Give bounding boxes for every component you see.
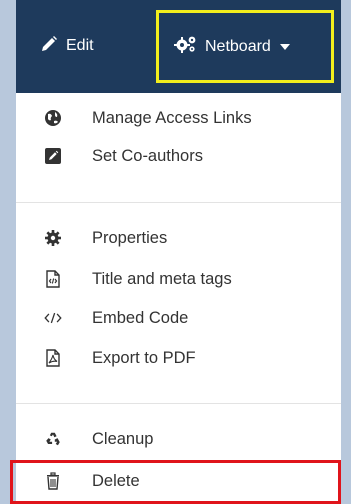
menu-item-label: Set Co-authors [92, 146, 203, 165]
netboard-dropdown-menu: Manage Access Links Set Co-authors Prope… [16, 93, 341, 504]
pdf-file-icon [44, 349, 62, 367]
menu-item-label: Export to PDF [92, 348, 196, 367]
edit-button[interactable]: Edit [40, 30, 94, 62]
pencil-icon [40, 35, 58, 58]
top-navbar: Edit Netboard [16, 0, 341, 93]
embed-code-icon [44, 309, 62, 327]
menu-item-embed-code[interactable]: Embed Code [16, 299, 341, 337]
menu-item-delete[interactable]: Delete [16, 462, 341, 500]
right-background-strip [341, 0, 351, 504]
menu-item-export-to-pdf[interactable]: Export to PDF [16, 339, 341, 377]
recycle-icon [44, 430, 62, 448]
code-file-icon [44, 270, 62, 288]
trash-icon [44, 472, 62, 490]
menu-item-properties[interactable]: Properties [16, 219, 341, 257]
menu-item-label: Properties [92, 228, 168, 247]
menu-item-set-co-authors[interactable]: Set Co-authors [16, 137, 341, 175]
caret-down-icon [279, 43, 290, 50]
menu-item-title-and-meta-tags[interactable]: Title and meta tags [16, 260, 341, 298]
left-background-strip [0, 0, 16, 504]
menu-item-cleanup[interactable]: Cleanup [16, 420, 341, 458]
menu-item-label: Manage Access Links [92, 108, 252, 127]
menu-item-label: Embed Code [92, 308, 189, 327]
menu-item-label: Cleanup [92, 429, 154, 448]
edit-square-icon [44, 147, 62, 165]
netboard-dropdown-button[interactable]: Netboard [156, 10, 334, 83]
menu-divider [16, 403, 341, 404]
netboard-label: Netboard [205, 37, 271, 55]
menu-divider [16, 202, 341, 203]
menu-item-manage-access-links[interactable]: Manage Access Links [16, 99, 341, 137]
menu-item-label: Delete [92, 471, 140, 490]
gear-icon [44, 229, 62, 247]
menu-item-label: Title and meta tags [92, 269, 232, 288]
gears-icon [174, 34, 198, 59]
edit-label: Edit [66, 37, 94, 54]
globe-icon [44, 109, 62, 127]
